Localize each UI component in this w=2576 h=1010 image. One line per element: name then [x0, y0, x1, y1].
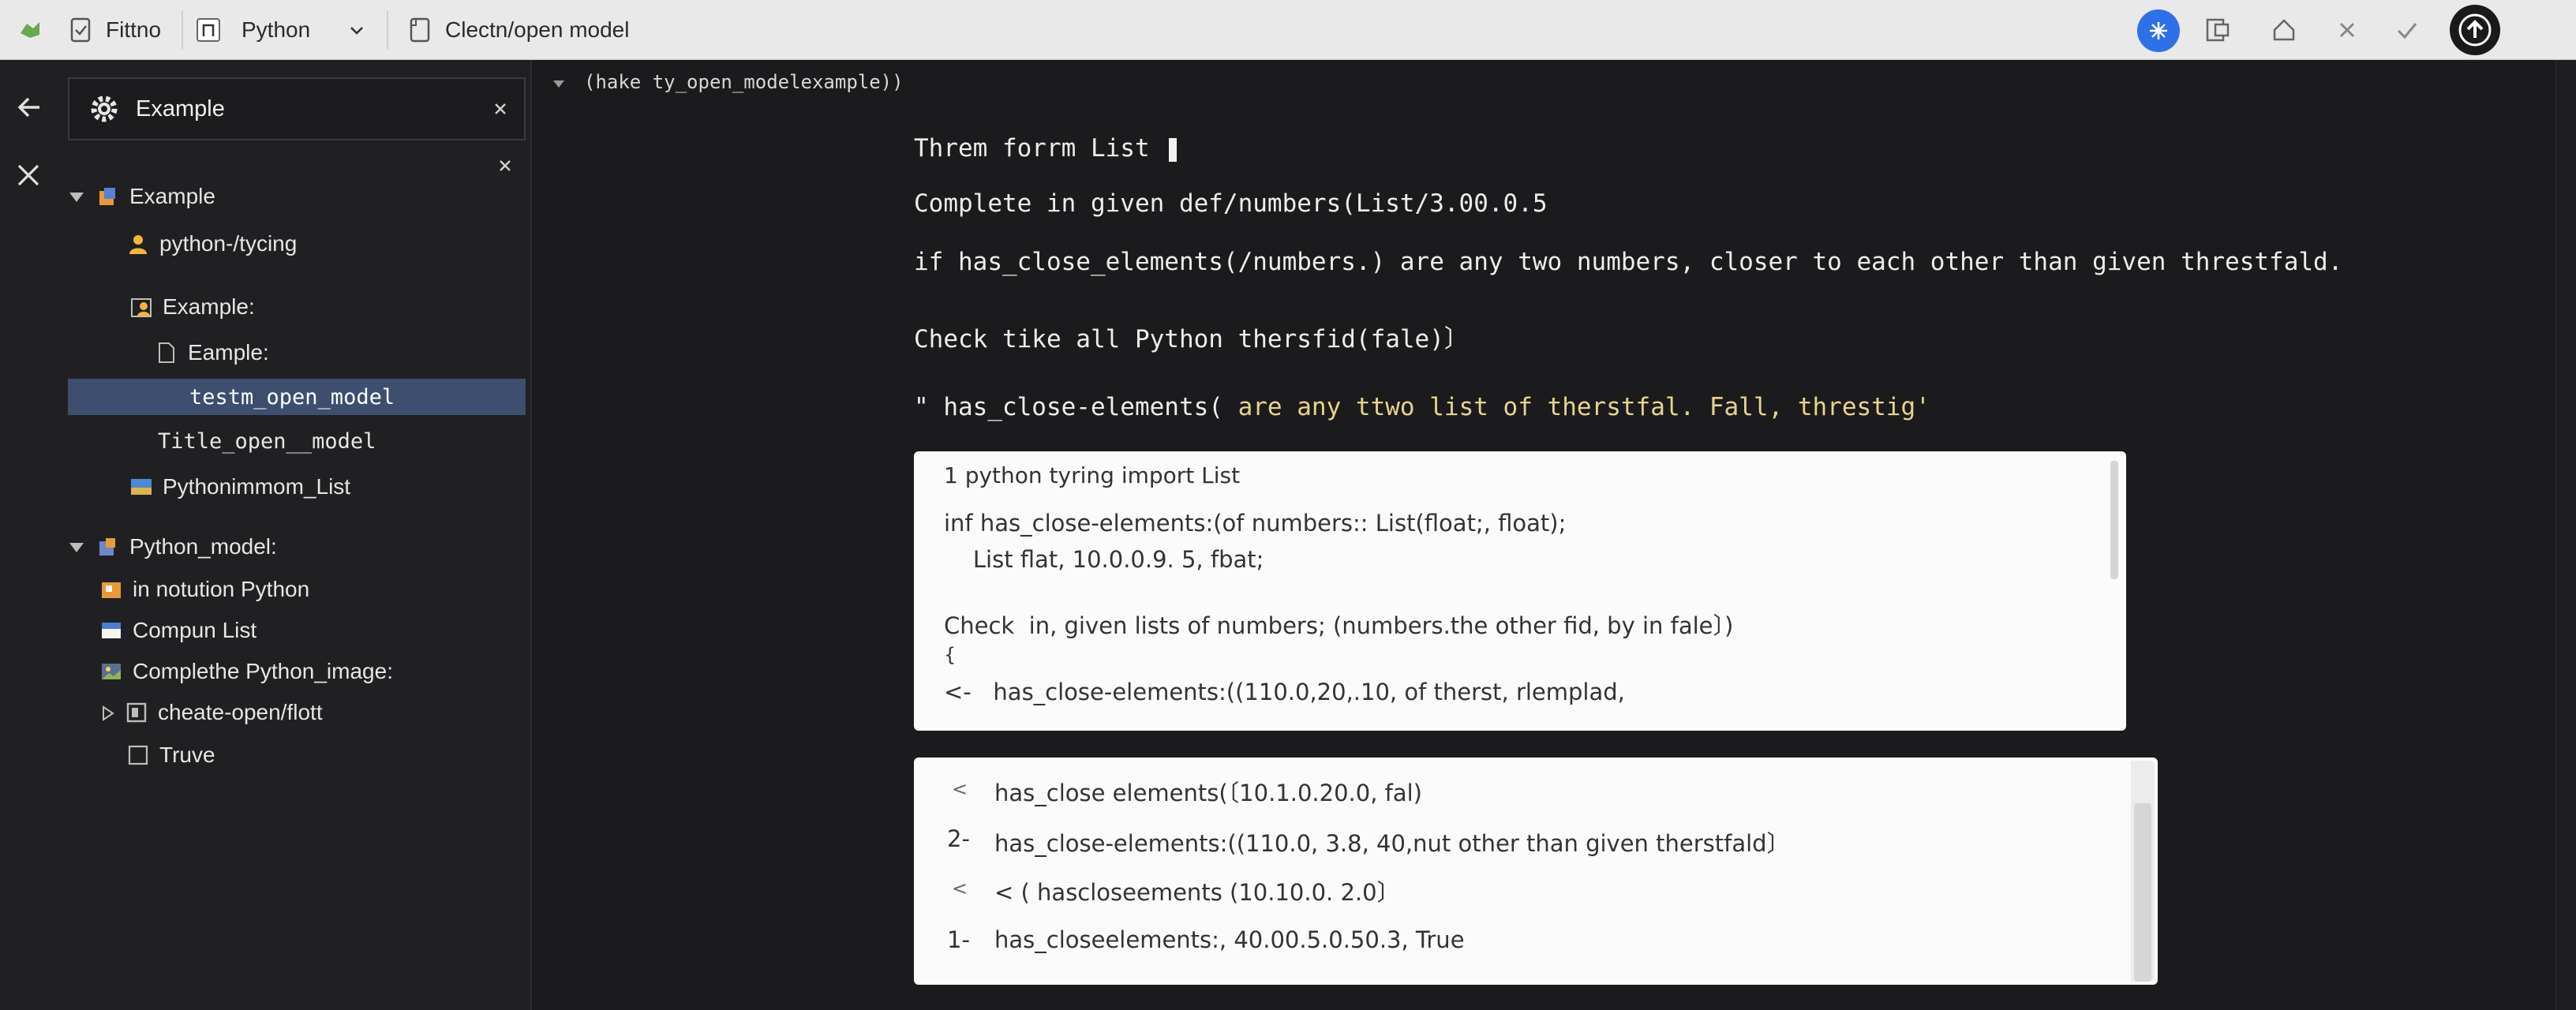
assistant-icon[interactable] [2137, 9, 2180, 52]
user-icon [126, 232, 150, 256]
breadcrumb-text: (hake ty_open_modelexample)) [584, 71, 904, 93]
panel-line: 1 python tyring import List [944, 462, 1241, 488]
caret-down-icon[interactable] [551, 74, 567, 90]
tree-label: Pythonimmom_List [163, 474, 351, 499]
panel-line: Check in, given lists of numbers; (numbe… [944, 612, 1734, 639]
gear-icon [88, 93, 120, 125]
caret-down-icon[interactable] [66, 186, 87, 207]
sidebar: Example Example python-/tycing Example: … [60, 60, 532, 1010]
file-title: Clectn/open model [445, 17, 630, 42]
close-panel-icon[interactable] [13, 159, 44, 191]
panel-line: { [944, 644, 957, 666]
text-cursor [1169, 137, 1178, 162]
tree-item-complethe-python-image[interactable]: Complethe Python_image: [99, 653, 393, 690]
editor: (hake ty_open_modelexample)) Threm forrm… [534, 60, 2576, 1010]
scrollbar-thumb[interactable] [2134, 803, 2151, 982]
caret-right-icon[interactable] [98, 703, 117, 722]
split-view-icon[interactable] [2202, 14, 2233, 46]
close-tree-icon[interactable] [496, 156, 515, 175]
separator [387, 11, 388, 49]
docstring-text: are any ttwo list of therstfal. Fall, th… [1237, 393, 1930, 421]
breadcrumb: (hake ty_open_modelexample)) [534, 60, 2576, 104]
code-line: if has_close_elements(/numbers.) are any… [914, 248, 2343, 276]
panel-line: <- has_close-elements:((110.0,20,.10, of… [944, 679, 1625, 705]
tree-item-cheate-open-flott[interactable]: cheate-open/flott [98, 694, 323, 731]
document-icon [404, 14, 436, 46]
chevron-down-icon[interactable] [341, 14, 373, 46]
picture-icon [99, 660, 123, 683]
tree-label: Example: [163, 294, 255, 319]
search-input[interactable]: Example [68, 77, 526, 140]
panel-line: List flat, 10.0.0.9. 5, fbat; [944, 546, 1264, 573]
panel-line: has_closeelements:, 40.00.5.0.50.3, True [994, 926, 1465, 953]
docstring-prefix: " has_close-elements( [914, 393, 1223, 421]
close-icon[interactable] [2331, 14, 2363, 46]
project-icon [96, 185, 120, 208]
tree-label: cheate-open/flott [158, 700, 323, 724]
file-icon [155, 341, 178, 365]
tree-item-title-open-model[interactable]: Title_open__model [158, 423, 376, 459]
tree-item-example-colon[interactable]: Example: [129, 289, 255, 325]
image-icon [129, 475, 153, 499]
check-icon[interactable] [2391, 14, 2423, 46]
frame-icon [125, 701, 148, 724]
tree-item-eample[interactable]: Eample: [155, 335, 269, 371]
code-text: Threm forrm List [914, 134, 1150, 163]
checkbox-icon[interactable] [126, 743, 150, 767]
code-suggestion-panel[interactable]: 1 python tyring import List inf has_clos… [914, 451, 2126, 731]
tree-item-notution-python[interactable]: in notution Python [99, 571, 309, 608]
results-panel[interactable]: < has_close elements(〔10.1.0.20.0, fal) … [914, 758, 2158, 985]
tree-item-truve[interactable]: Truve [126, 737, 215, 773]
file-check-icon[interactable] [65, 14, 96, 46]
separator [182, 11, 183, 49]
tree-label: python-/tycing [159, 231, 298, 256]
tree-item-python-tycing[interactable]: python-/tycing [126, 226, 297, 262]
tree-label: Title_open__model [158, 428, 376, 454]
tree-label: Python_model: [129, 534, 277, 559]
code-line: Complete in given def/numbers(List/3.00.… [914, 189, 1548, 218]
tree-item-python-model[interactable]: Python_model: [66, 529, 277, 565]
caret-down-icon[interactable] [66, 537, 87, 557]
line-number: < [952, 877, 968, 900]
search-value: Example [136, 95, 225, 122]
home-icon[interactable] [2268, 14, 2300, 46]
python-file-icon [193, 14, 224, 46]
tree-item-pythonimmom-list[interactable]: Pythonimmom_List [129, 469, 350, 505]
user-folder-icon [129, 295, 153, 319]
tree-label: Eample: [188, 340, 269, 365]
language-select[interactable]: Python [242, 0, 310, 60]
tree-label: Complethe Python_image: [133, 659, 393, 683]
clear-search-icon[interactable] [491, 99, 510, 118]
line-number: 2- [947, 825, 970, 852]
back-arrow-icon[interactable] [13, 90, 47, 125]
panel-line: has_close elements(〔10.1.0.20.0, fal) [994, 780, 1422, 806]
panel-line: inf has_close-elements:(of numbers:: Lis… [944, 510, 1567, 537]
module-icon [96, 535, 120, 559]
tree-label: Example [129, 184, 215, 208]
panel-line: < ( hascloseements (10.10.0. 2.0〕 [994, 879, 1400, 906]
docstring-line: " has_close-elements( are any ttwo list … [914, 393, 1930, 421]
upload-icon[interactable] [2450, 5, 2500, 55]
top-toolbar: Fittno Python Clectn/open model [0, 0, 2576, 60]
tree-item-selected[interactable]: testm_open_model [68, 379, 526, 415]
scrollbar[interactable] [2110, 461, 2118, 579]
tree-item-example[interactable]: Example [66, 178, 215, 215]
panel-line: has_close-elements:((110.0, 3.8, 40,nut … [994, 830, 1790, 857]
puzzle-icon[interactable] [14, 14, 46, 46]
line-number: < [952, 778, 968, 800]
line-number: 1- [947, 926, 970, 953]
code-line: Threm forrm List [914, 134, 1178, 163]
app-label[interactable]: Fittno [106, 0, 161, 60]
list-icon [99, 619, 123, 642]
tree-label: Compun List [133, 618, 257, 642]
tree-label: Truve [159, 743, 215, 767]
code-line: Check tike all Python thersfid(fale)〕 [914, 325, 1469, 354]
tree-label: in notution Python [133, 577, 310, 601]
left-strip [0, 60, 60, 1010]
tree-item-compun-list[interactable]: Compun List [99, 612, 256, 649]
minimap-ruler [2555, 60, 2576, 1010]
package-icon [99, 578, 123, 601]
tree-label: testm_open_model [189, 384, 395, 410]
